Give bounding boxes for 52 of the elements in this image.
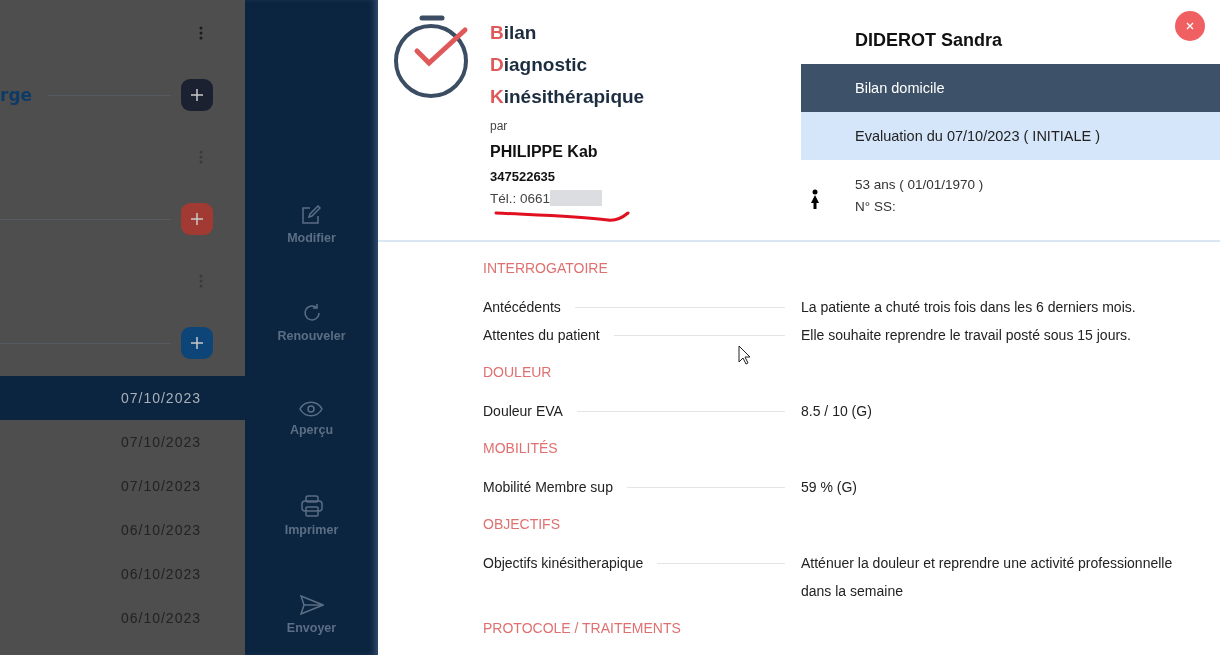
- field-value: 59 % (G): [801, 478, 858, 497]
- phone-number: Tél.: 0661: [490, 190, 551, 206]
- report-title: Bilan: [490, 21, 538, 45]
- list-row[interactable]: 07/10/2023: [0, 376, 245, 420]
- eye-icon: [299, 401, 324, 417]
- report-title: Kinésithérapique: [490, 85, 646, 109]
- section-title: INTERROGATOIRE: [483, 260, 609, 278]
- section-heading: rge: [0, 85, 33, 105]
- send-icon: [299, 595, 324, 615]
- field-label: Objectifs kinésitherapique: [483, 554, 644, 572]
- field-label: Antécédents: [483, 298, 561, 316]
- stopwatch-check-icon: [392, 15, 470, 99]
- action-button[interactable]: Aperçu: [289, 401, 334, 437]
- action-button[interactable]: Imprimer: [284, 495, 339, 537]
- field-value: Elle souhaite reprendre le travail posté sous 15 jours.: [801, 326, 1132, 345]
- patient-age: 53 ans ( 01/01/1970 ): [855, 176, 984, 194]
- section-title: DOULEUR: [483, 364, 553, 382]
- practitioner-name: PHILIPPE Kab: [490, 143, 599, 161]
- close-button[interactable]: [1175, 11, 1205, 41]
- evaluation-bar: Evaluation du 07/10/2023 ( INITIALE ): [801, 112, 1220, 160]
- by-label: par: [490, 119, 509, 133]
- redaction-block: [550, 190, 603, 206]
- plus-icon: [190, 336, 204, 350]
- field-value: 8.5 / 10 (G): [801, 402, 873, 421]
- field-value: Atténuer la douleur et reprendre une activité professionnelle dans la semaine: [801, 554, 1174, 601]
- section-title: MOBILITÉS: [483, 440, 559, 458]
- add-button[interactable]: [181, 203, 213, 235]
- practitioner-number: 347522635: [490, 169, 557, 184]
- plus-icon: [190, 88, 204, 102]
- add-button[interactable]: [181, 79, 213, 111]
- report-title: Diagnostic: [490, 53, 589, 77]
- plus-icon: [190, 212, 204, 226]
- visit-type-bar: Bilan domicile: [801, 64, 1220, 112]
- refresh-icon: [301, 303, 322, 323]
- person-icon: [810, 189, 820, 209]
- close-icon: [1186, 22, 1194, 30]
- social-security-label: N° SS:: [855, 198, 897, 216]
- cursor-icon: [738, 345, 751, 365]
- section-title: PROTOCOLE / TRAITEMENTS: [483, 620, 682, 638]
- edit-icon: [301, 205, 322, 225]
- field-label: Mobilité Membre sup: [483, 478, 613, 496]
- printer-icon: [300, 495, 323, 517]
- field-label: Douleur EVA: [483, 402, 563, 420]
- field-value: La patiente a chuté trois fois dans les 6 derniers mois.: [801, 298, 1137, 317]
- add-button[interactable]: [181, 327, 213, 359]
- field-label: Attentes du patient: [483, 326, 600, 344]
- more-icon[interactable]: [199, 26, 203, 40]
- action-button[interactable]: Envoyer: [286, 595, 337, 635]
- section-title: OBJECTIFS: [483, 516, 561, 534]
- patient-name: DIDEROT Sandra: [854, 30, 1004, 52]
- action-button[interactable]: Renouveler: [277, 303, 346, 343]
- action-button[interactable]: Modifier: [287, 205, 336, 245]
